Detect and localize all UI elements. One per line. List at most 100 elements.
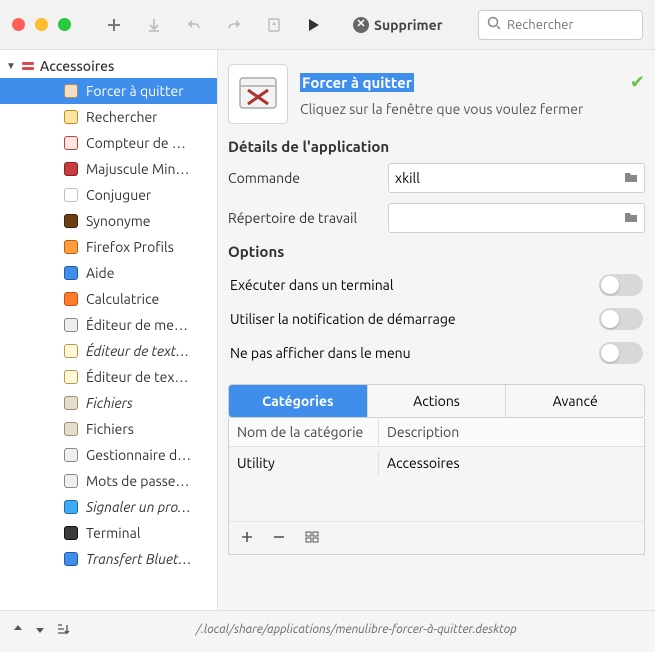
app-item-icon	[62, 368, 80, 386]
browse-workdir-icon[interactable]	[624, 211, 638, 226]
sidebar-item-label: Éditeur de me…	[86, 317, 188, 333]
opt-notify-label: Utiliser la notification de démarrage	[230, 311, 456, 327]
app-icon-button[interactable]	[228, 64, 288, 124]
search-icon	[487, 16, 501, 34]
undo-button[interactable]	[179, 10, 209, 40]
workdir-label: Répertoire de travail	[228, 210, 388, 226]
tab-actions[interactable]: Actions	[368, 385, 507, 417]
cat-col-name[interactable]: Nom de la catégorie	[229, 418, 379, 446]
close-window-button[interactable]	[12, 18, 25, 31]
sidebar-item[interactable]: Éditeur de tex…	[0, 364, 217, 390]
tab-advanced[interactable]: Avancé	[506, 385, 644, 417]
tree-header-accessoires[interactable]: ▼ Accessoires	[0, 56, 217, 78]
sidebar-item-label: Mots de passe…	[86, 473, 189, 489]
sidebar-item[interactable]: Gestionnaire d…	[0, 442, 217, 468]
app-name[interactable]: Forcer à quitter	[300, 73, 414, 92]
app-item-icon	[62, 82, 80, 100]
sidebar-item-label: Firefox Profils	[86, 239, 174, 255]
app-item-icon	[62, 264, 80, 282]
browse-command-icon[interactable]	[624, 171, 638, 186]
search-input[interactable]	[507, 18, 634, 32]
cat-add-button[interactable]	[241, 530, 253, 546]
chevron-down-icon: ▼	[6, 60, 16, 72]
command-label: Commande	[228, 170, 388, 186]
app-item-icon	[62, 108, 80, 126]
sidebar-item[interactable]: Firefox Profils	[0, 234, 217, 260]
sidebar-item[interactable]: Transfert Bluet…	[0, 546, 217, 572]
main: ▼ Accessoires Forcer à quitter Rechercher…	[0, 50, 655, 610]
sidebar-item[interactable]: Signaler un pro…	[0, 494, 217, 520]
sidebar-item[interactable]: Fichiers	[0, 416, 217, 442]
cat-clear-button[interactable]	[305, 530, 319, 546]
run-button[interactable]	[299, 10, 329, 40]
sidebar-item-label: Majuscule Min…	[86, 161, 189, 177]
delete-button[interactable]: ✕ Supprimer	[345, 13, 450, 37]
redo-button[interactable]	[219, 10, 249, 40]
workdir-field-wrap	[388, 203, 645, 233]
sidebar-item[interactable]: Aide	[0, 260, 217, 286]
opt-terminal-switch[interactable]	[599, 274, 643, 296]
sidebar-item-label: Éditeur de tex…	[86, 369, 188, 385]
sidebar-item[interactable]: Terminal	[0, 520, 217, 546]
sidebar-item-label: Synonyme	[86, 213, 151, 229]
move-up-button[interactable]	[12, 622, 24, 638]
opt-notify-switch[interactable]	[599, 308, 643, 330]
workdir-input[interactable]	[395, 210, 624, 226]
footer: /.local/share/applications/menulibre-for…	[0, 610, 655, 648]
app-item-icon	[62, 394, 80, 412]
app-comment[interactable]: Cliquez sur la fenêtre que vous voulez f…	[300, 101, 645, 117]
app-item-icon	[62, 160, 80, 178]
sidebar-item[interactable]: Rechercher	[0, 104, 217, 130]
app-icon	[236, 72, 280, 116]
cat-remove-button[interactable]	[273, 530, 285, 546]
move-down-button[interactable]	[34, 622, 46, 638]
sidebar[interactable]: ▼ Accessoires Forcer à quitter Rechercher…	[0, 50, 218, 610]
sidebar-item[interactable]: Forcer à quitter	[0, 78, 217, 104]
sidebar-item-label: Transfert Bluet…	[86, 551, 191, 567]
sidebar-item[interactable]: Conjuguer	[0, 182, 217, 208]
maximize-window-button[interactable]	[58, 18, 71, 31]
command-field-wrap	[388, 163, 645, 193]
cat-col-desc[interactable]: Description	[379, 418, 467, 446]
sidebar-item-label: Conjuguer	[86, 187, 151, 203]
app-item-icon	[62, 342, 80, 360]
sidebar-item[interactable]: Éditeur de text…	[0, 338, 217, 364]
app-item-icon	[62, 550, 80, 568]
confirm-icon[interactable]: ✔	[630, 72, 645, 93]
sidebar-item-label: Forcer à quitter	[86, 83, 184, 99]
sidebar-item-label: Compteur de …	[86, 135, 186, 151]
categories-table: Nom de la catégorie Description UtilityA…	[228, 418, 645, 555]
sidebar-item[interactable]: Compteur de …	[0, 130, 217, 156]
sidebar-item[interactable]: Calculatrice	[0, 286, 217, 312]
app-item-icon	[62, 420, 80, 438]
category-desc: Accessoires	[379, 451, 468, 475]
app-item-icon	[62, 498, 80, 516]
sidebar-item-label: Calculatrice	[86, 291, 159, 307]
revert-button[interactable]	[259, 10, 289, 40]
sidebar-item[interactable]: Éditeur de me…	[0, 312, 217, 338]
tab-categories[interactable]: Catégories	[229, 385, 368, 417]
app-item-icon	[62, 134, 80, 152]
close-circle-icon: ✕	[353, 17, 369, 33]
save-button[interactable]	[139, 10, 169, 40]
search-box[interactable]	[478, 10, 643, 40]
sidebar-item[interactable]: Synonyme	[0, 208, 217, 234]
sidebar-item[interactable]: Mots de passe…	[0, 468, 217, 494]
sidebar-item[interactable]: Majuscule Min…	[0, 156, 217, 182]
sort-button[interactable]	[56, 622, 70, 638]
sidebar-item-label: Aide	[86, 265, 114, 281]
details-panel: Forcer à quitter ✔ Cliquez sur la fenêtr…	[218, 50, 655, 610]
add-button[interactable]	[99, 10, 129, 40]
app-item-icon	[62, 212, 80, 230]
command-input[interactable]	[395, 170, 624, 186]
file-path: /.local/share/applications/menulibre-for…	[70, 623, 643, 636]
category-name: Utility	[229, 451, 379, 475]
opt-hide-switch[interactable]	[599, 342, 643, 364]
sidebar-item[interactable]: Fichiers	[0, 390, 217, 416]
category-row[interactable]: UtilityAccessoires	[229, 447, 644, 475]
opt-hide-label: Ne pas afficher dans le menu	[230, 345, 411, 361]
minimize-window-button[interactable]	[35, 18, 48, 31]
app-item-icon	[62, 290, 80, 308]
sidebar-item-label: Terminal	[86, 525, 141, 541]
app-item-icon	[62, 238, 80, 256]
